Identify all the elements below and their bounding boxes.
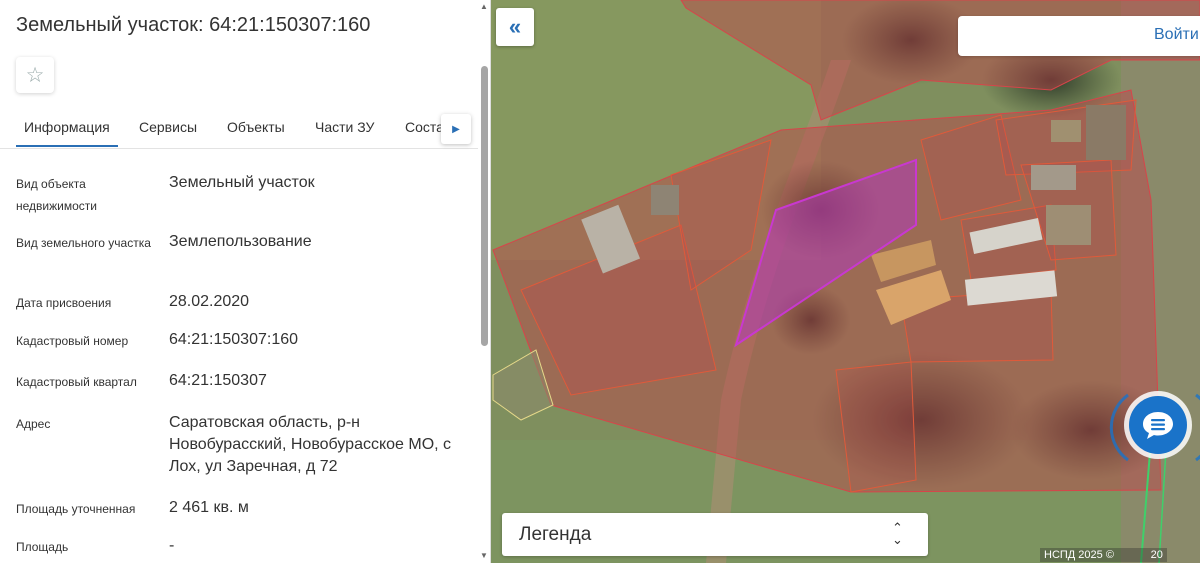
scroll-up-arrow-icon[interactable]: ▲: [480, 2, 488, 11]
tab-services[interactable]: Сервисы: [139, 119, 197, 135]
field-value: 28.02.2020: [169, 293, 250, 310]
field-label: Площадь: [16, 540, 69, 554]
building: [1086, 105, 1126, 160]
legend-label: Легенда: [519, 524, 592, 545]
field-label: Вид земельного участка: [16, 236, 151, 250]
info-panel: Земельный участок: 64:21:150307:160 ☆ Ин…: [0, 0, 491, 563]
tab-information[interactable]: Информация: [16, 119, 118, 147]
scale-label: 20: [1150, 549, 1163, 561]
tabs-scroll-right-button[interactable]: ▶: [441, 114, 471, 144]
address-value: Саратовская область, р-н Новобурасский, …: [169, 414, 452, 475]
page-title: Земельный участок: 64:21:150307:160: [16, 14, 371, 36]
tab-bar: Информация Сервисы Объекты Части ЗУ Сост…: [0, 108, 478, 149]
field-label: Площадь уточненная: [16, 502, 136, 516]
building: [1031, 165, 1076, 190]
chevron-right-icon: ▶: [452, 123, 460, 135]
field-label: Адрес: [16, 417, 51, 431]
tab-composition[interactable]: Соста: [405, 119, 444, 135]
login-button[interactable]: Войти: [958, 16, 1200, 56]
map-view[interactable]: [491, 0, 1200, 563]
building: [1046, 205, 1091, 245]
legend-toggle[interactable]: Легенда ⌃ ⌄: [502, 513, 928, 556]
field-value: 64:21:150307: [169, 372, 267, 389]
double-chevron-left-icon: «: [508, 14, 522, 39]
satellite-map: [491, 0, 1200, 563]
field-value: Земельный участок: [169, 174, 315, 191]
field-label: Кадастровый квартал: [16, 375, 137, 389]
field-label: Дата присвоения: [16, 296, 112, 310]
star-outline-icon: ☆: [25, 63, 45, 87]
field-label: Кадастровый номер: [16, 334, 129, 348]
field-value: Землепользование: [169, 233, 312, 250]
copyright-text: НСПД 2025 ©: [1044, 549, 1114, 561]
field-label: Вид объекта недвижимости: [16, 177, 97, 213]
chat-button[interactable]: [1129, 396, 1187, 454]
scroll-down-arrow-icon[interactable]: ▼: [480, 551, 488, 560]
collapse-panel-button[interactable]: «: [496, 8, 534, 46]
field-value: -: [169, 537, 175, 554]
field-value: 2 461 кв. м: [169, 499, 249, 516]
field-value: 64:21:150307:160: [169, 331, 299, 348]
tab-parts[interactable]: Части ЗУ: [315, 119, 374, 135]
building: [1051, 120, 1081, 142]
building: [651, 185, 679, 215]
scrollbar-thumb[interactable]: [481, 66, 488, 346]
chat-bubble-icon: [1143, 412, 1173, 439]
login-label: Войти: [1154, 26, 1199, 43]
favorite-button[interactable]: ☆: [16, 57, 54, 93]
tab-objects[interactable]: Объекты: [227, 119, 285, 135]
map-attribution: НСПД 2025 © 20: [1040, 548, 1167, 562]
chevron-up-down-icon: ⌃ ⌄: [892, 520, 903, 547]
